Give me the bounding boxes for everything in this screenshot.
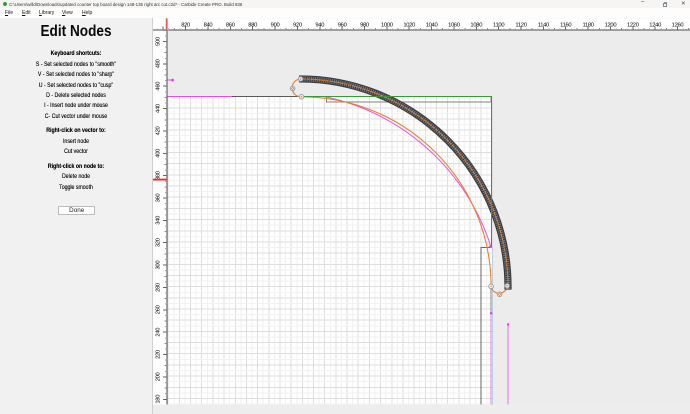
svg-text:1200: 1200 <box>605 23 617 29</box>
svg-text:500: 500 <box>156 37 162 46</box>
svg-text:1080: 1080 <box>470 23 482 29</box>
svg-text:400: 400 <box>156 149 162 158</box>
svg-text:1000: 1000 <box>381 23 393 29</box>
svg-text:940: 940 <box>315 23 324 29</box>
svg-text:1220: 1220 <box>627 23 639 29</box>
svg-text:880: 880 <box>248 23 257 29</box>
svg-text:1240: 1240 <box>649 23 661 29</box>
svg-text:180: 180 <box>156 395 162 404</box>
svg-text:860: 860 <box>226 23 235 29</box>
svg-text:320: 320 <box>156 238 162 247</box>
svg-text:1160: 1160 <box>560 23 571 29</box>
svg-text:1120: 1120 <box>515 23 526 29</box>
svg-text:1140: 1140 <box>538 23 549 29</box>
svg-text:1020: 1020 <box>403 23 415 29</box>
svg-text:460: 460 <box>156 82 162 91</box>
svg-text:280: 280 <box>156 283 162 292</box>
svg-text:1060: 1060 <box>448 23 460 29</box>
svg-text:360: 360 <box>156 194 162 203</box>
svg-text:1180: 1180 <box>582 23 593 29</box>
svg-text:820: 820 <box>181 23 190 29</box>
svg-text:1040: 1040 <box>426 23 438 29</box>
svg-text:220: 220 <box>156 350 162 359</box>
svg-text:240: 240 <box>156 328 162 337</box>
svg-text:480: 480 <box>156 59 162 68</box>
svg-text:440: 440 <box>156 104 162 113</box>
svg-text:1100: 1100 <box>493 23 504 29</box>
svg-text:340: 340 <box>156 216 162 225</box>
svg-text:900: 900 <box>271 23 280 29</box>
svg-text:920: 920 <box>293 23 302 29</box>
svg-text:840: 840 <box>204 23 213 29</box>
svg-text:420: 420 <box>156 126 162 135</box>
svg-text:300: 300 <box>156 261 162 270</box>
svg-text:260: 260 <box>156 305 162 314</box>
svg-text:1260: 1260 <box>672 23 684 29</box>
svg-text:200: 200 <box>156 372 162 381</box>
svg-text:960: 960 <box>338 23 347 29</box>
svg-text:980: 980 <box>360 23 369 29</box>
